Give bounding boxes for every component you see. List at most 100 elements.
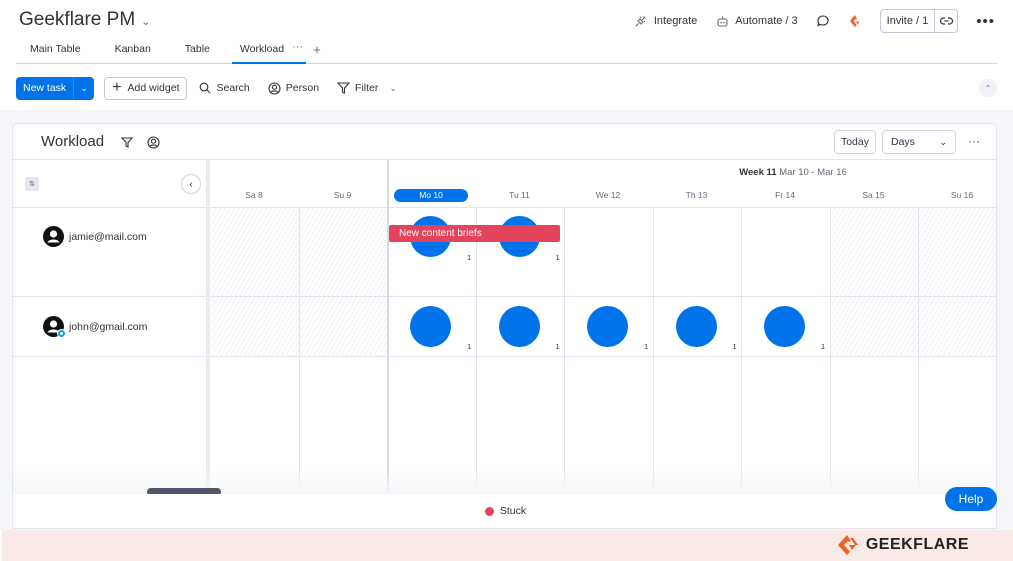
workload-count: 1 bbox=[732, 342, 737, 351]
comment-icon[interactable] bbox=[816, 14, 830, 28]
filter-button[interactable]: Filter ⌄ bbox=[337, 82, 397, 94]
brand-name: GEEKFLARE bbox=[865, 536, 969, 553]
link-icon bbox=[939, 17, 953, 25]
add-widget-button[interactable]: + Add widget bbox=[104, 76, 188, 100]
non-working-day-cell bbox=[299, 208, 387, 296]
column-divider bbox=[652, 207, 654, 494]
expand-collapse-all-icon[interactable]: ⇅ bbox=[25, 177, 39, 191]
integrate-button[interactable]: Integrate bbox=[634, 14, 697, 28]
new-task-button[interactable]: New task ⌄ bbox=[16, 76, 95, 100]
non-working-day-cell bbox=[211, 208, 299, 296]
widget-more-icon[interactable]: ··· bbox=[968, 134, 980, 148]
person-filter-button[interactable]: Person bbox=[268, 81, 320, 95]
legend-label-stuck: Stuck bbox=[499, 505, 527, 517]
board-title[interactable]: Geekflare PM ⌄ bbox=[19, 9, 150, 31]
non-working-day-cell bbox=[211, 297, 299, 356]
workload-grid: Week 11 Mar 10 - Mar 16 Sa 8 Su 9 Mo 10 Tu … bbox=[210, 160, 996, 494]
person-icon bbox=[268, 81, 281, 95]
day-header: Su 9 bbox=[333, 190, 352, 200]
widget-header: Workload Today Days ⌄ ··· bbox=[13, 124, 996, 160]
guest-badge-icon bbox=[57, 329, 66, 338]
filter-label: Filter bbox=[355, 82, 379, 94]
column-divider bbox=[564, 207, 565, 494]
collapse-header-button[interactable]: ⌃ bbox=[979, 79, 997, 97]
automate-button[interactable]: Automate / 3 bbox=[715, 14, 798, 28]
search-icon bbox=[200, 82, 211, 94]
day-header: Mo 10 bbox=[394, 189, 468, 202]
column-divider bbox=[298, 207, 300, 494]
tab-workload[interactable]: Workload bbox=[224, 40, 307, 64]
invite-group: Invite / 1 bbox=[879, 9, 959, 33]
more-options-icon[interactable]: ••• bbox=[976, 13, 995, 30]
row-divider bbox=[13, 207, 207, 208]
day-header: Sa 8 bbox=[245, 190, 263, 200]
column-divider bbox=[829, 207, 831, 494]
day-header: Tu 11 bbox=[509, 190, 530, 200]
week-number: Week 11 bbox=[739, 167, 777, 178]
workload-count: 1 bbox=[467, 342, 472, 351]
geekflare-logo-icon bbox=[837, 535, 858, 555]
board-header: Geekflare PM ⌄ Integrate Automate / 3 In… bbox=[0, 0, 1013, 110]
automate-label: Automate / 3 bbox=[735, 15, 798, 27]
person-label: Person bbox=[285, 82, 320, 94]
non-working-day-cell bbox=[919, 208, 996, 296]
workload-bubble[interactable] bbox=[410, 306, 451, 347]
collapse-panel-button[interactable]: ‹ bbox=[181, 174, 201, 194]
status-legend: Stuck bbox=[13, 494, 996, 528]
filter-icon bbox=[337, 82, 351, 94]
board-title-text: Geekflare PM bbox=[19, 9, 136, 30]
tab-table[interactable]: Table bbox=[165, 40, 224, 63]
day-header: Sa 15 bbox=[862, 190, 885, 200]
week-label: Week 11 Mar 10 - Mar 16 bbox=[210, 167, 996, 178]
invite-button[interactable]: Invite / 1 bbox=[881, 10, 936, 32]
chevron-left-icon: ‹ bbox=[189, 178, 193, 190]
legend-dot-stuck bbox=[484, 506, 494, 516]
workload-bubble[interactable] bbox=[675, 306, 717, 347]
robot-icon bbox=[715, 14, 729, 28]
task-bar-stuck[interactable]: New content briefs bbox=[389, 225, 560, 242]
workload-count: 1 bbox=[644, 342, 649, 351]
tab-main-table[interactable]: Main Table bbox=[16, 40, 95, 63]
week-range: Mar 10 - Mar 16 bbox=[779, 167, 847, 178]
person-row-jamie[interactable]: jamie@mail.com bbox=[43, 226, 147, 247]
user-avatar-icon bbox=[43, 226, 64, 247]
column-divider bbox=[387, 160, 389, 494]
new-task-label: New task bbox=[16, 76, 75, 100]
view-tabs: Main Table Kanban Table Workload ··· + bbox=[16, 40, 997, 64]
tab-kanban[interactable]: Kanban bbox=[95, 40, 165, 63]
tab-more-icon[interactable]: ··· bbox=[292, 40, 309, 53]
avatar bbox=[43, 226, 64, 247]
workload-count: 1 bbox=[555, 342, 560, 351]
person-email: jamie@mail.com bbox=[69, 230, 147, 243]
workload-count: 1 bbox=[821, 342, 826, 351]
chevron-down-icon[interactable]: ⌄ bbox=[389, 83, 397, 94]
avatar bbox=[43, 316, 66, 338]
add-view-icon[interactable]: + bbox=[309, 40, 329, 57]
non-working-day-cell bbox=[299, 297, 387, 356]
workload-count: 1 bbox=[467, 253, 472, 262]
header-actions: Integrate Automate / 3 Invite / 1 ••• bbox=[634, 9, 995, 33]
workload-count: 1 bbox=[555, 253, 560, 262]
day-header: Th 13 bbox=[685, 190, 708, 200]
person-row-john[interactable]: john@gmail.com bbox=[43, 316, 147, 338]
brand-footer: GEEKFLARE bbox=[2, 530, 1013, 561]
today-button[interactable]: Today bbox=[833, 130, 876, 154]
workload-bubble[interactable] bbox=[587, 306, 628, 347]
integrate-label: Integrate bbox=[653, 15, 698, 27]
chevron-down-icon: ⌄ bbox=[141, 16, 151, 28]
chevron-down-icon[interactable]: ⌄ bbox=[74, 77, 94, 100]
geekflare-logo-icon[interactable] bbox=[848, 14, 862, 28]
time-scale-select[interactable]: Days ⌄ bbox=[882, 130, 956, 154]
plug-icon bbox=[634, 14, 648, 28]
copy-link-button[interactable] bbox=[935, 10, 957, 32]
column-divider bbox=[475, 207, 477, 494]
search-button[interactable]: Search bbox=[199, 82, 250, 94]
filter-icon[interactable] bbox=[120, 135, 134, 149]
day-header: We 12 bbox=[595, 190, 621, 200]
person-icon[interactable] bbox=[146, 135, 160, 149]
help-button[interactable]: Help bbox=[945, 487, 997, 511]
workload-bubble[interactable] bbox=[498, 306, 540, 347]
widget-title: Workload bbox=[41, 133, 105, 150]
add-widget-label: Add widget bbox=[127, 82, 180, 94]
workload-bubble[interactable] bbox=[764, 306, 805, 347]
